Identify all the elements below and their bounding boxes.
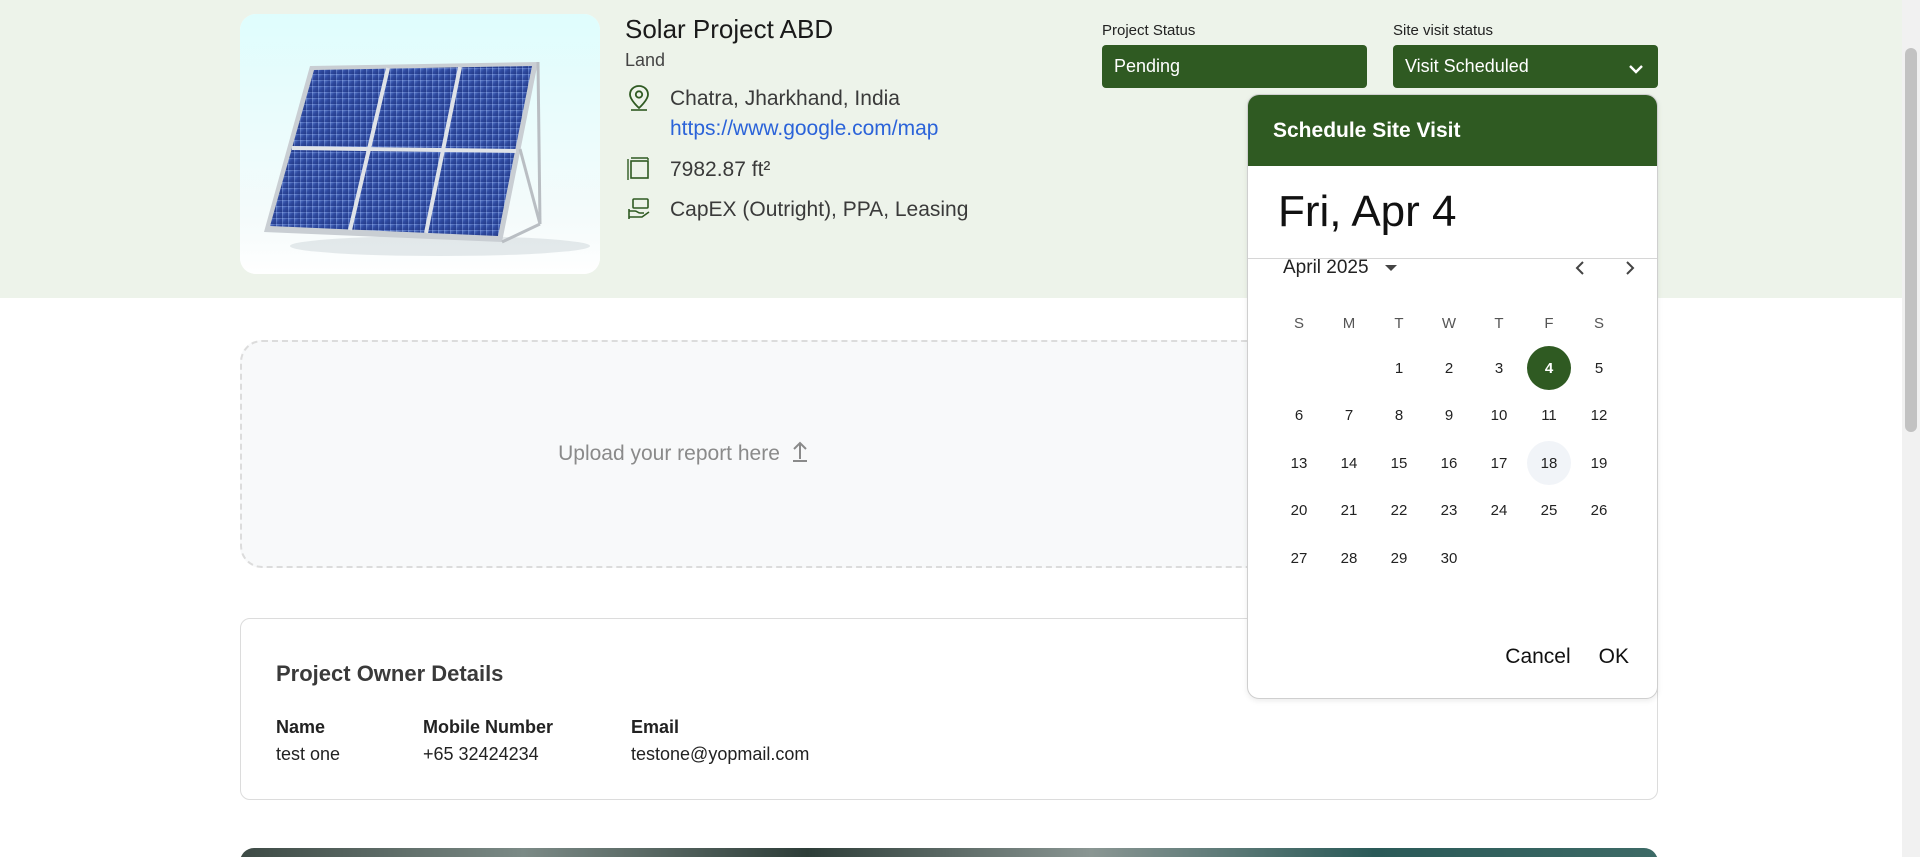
calendar-day[interactable]: 11 [1527, 394, 1571, 438]
chevron-down-icon [1628, 59, 1644, 80]
calendar-day[interactable]: 2 [1427, 346, 1471, 390]
site-visit-status-value: Visit Scheduled [1405, 56, 1529, 76]
owner-card-title: Project Owner Details [276, 661, 504, 686]
ok-button[interactable]: OK [1599, 645, 1629, 669]
weekday-label: W [1441, 315, 1457, 332]
calendar-day[interactable]: 13 [1277, 441, 1321, 485]
date-picker-title: Schedule Site Visit [1248, 95, 1657, 166]
calendar-day[interactable]: 10 [1477, 394, 1521, 438]
date-picker-actions: Cancel OK [1505, 645, 1629, 669]
owner-mobile-column: Mobile Number +65 32424234 [423, 717, 553, 765]
project-thumbnail [240, 14, 600, 274]
scrollbar-thumb[interactable] [1905, 48, 1917, 432]
calendar-day[interactable]: 6 [1277, 394, 1321, 438]
project-financing: CapEX (Outright), PPA, Leasing [670, 198, 969, 221]
calendar-day[interactable]: 19 [1577, 441, 1621, 485]
calendar-day[interactable]: 27 [1277, 536, 1321, 580]
calendar-day[interactable]: 3 [1477, 346, 1521, 390]
calendar-day[interactable]: 14 [1327, 441, 1371, 485]
calendar-day[interactable]: 12 [1577, 394, 1621, 438]
weekday-label: T [1394, 315, 1404, 332]
area-icon [625, 155, 653, 183]
owner-email-column: Email testone@yopmail.com [631, 717, 809, 765]
project-area: 7982.87 ft² [670, 158, 771, 181]
calendar-day-selected[interactable]: 4 [1527, 346, 1571, 390]
page-scrollbar[interactable] [1902, 0, 1920, 857]
owner-mobile-label: Mobile Number [423, 717, 554, 737]
owner-name-value: test one [276, 744, 341, 764]
calendar-day[interactable]: 17 [1477, 441, 1521, 485]
calendar-day[interactable]: 5 [1577, 346, 1621, 390]
calendar-day[interactable]: 25 [1527, 489, 1571, 533]
weekday-label: T [1494, 315, 1504, 332]
calendar-day[interactable]: 26 [1577, 489, 1621, 533]
site-visit-status-select[interactable]: Visit Scheduled [1393, 45, 1658, 88]
calendar-day[interactable]: 9 [1427, 394, 1471, 438]
calendar-day[interactable]: 30 [1427, 536, 1471, 580]
location-row: Chatra, Jharkhand, India https://www.goo… [625, 84, 938, 144]
month-label: April 2025 [1283, 257, 1369, 278]
chevron-left-icon[interactable] [1566, 253, 1594, 283]
calendar-day[interactable]: 24 [1477, 489, 1521, 533]
calendar-day[interactable]: 15 [1377, 441, 1421, 485]
weekday-label: M [1342, 315, 1356, 332]
calendar-day[interactable]: 8 [1377, 394, 1421, 438]
location-pin-icon [625, 84, 653, 112]
calendar-day[interactable]: 29 [1377, 536, 1421, 580]
weekday-label: F [1544, 315, 1554, 332]
weekday-label: S [1593, 315, 1604, 332]
owner-email-value: testone@yopmail.com [631, 744, 810, 764]
solar-panel-image [240, 14, 600, 274]
chevron-right-icon[interactable] [1616, 253, 1644, 283]
calendar-day[interactable]: 1 [1377, 346, 1421, 390]
owner-name-label: Name [276, 717, 326, 737]
weekday-label: S [1293, 315, 1304, 332]
financing-row: CapEX (Outright), PPA, Leasing [625, 195, 968, 225]
caret-down-icon [1384, 265, 1397, 271]
selected-date-display: Fri, Apr 4 [1248, 166, 1657, 259]
project-location: Chatra, Jharkhand, India [670, 87, 900, 110]
project-status-label: Project Status [1102, 22, 1196, 39]
owner-email-label: Email [631, 717, 680, 737]
calendar-day[interactable]: 18 [1527, 441, 1571, 485]
month-selector[interactable]: April 2025 [1283, 253, 1635, 283]
map-link[interactable]: https://www.google.com/map [670, 114, 938, 144]
project-type: Land [625, 50, 666, 70]
upload-label: Upload your report here [558, 442, 780, 465]
owner-mobile-value: +65 32424234 [423, 744, 539, 764]
calendar-day[interactable]: 22 [1377, 489, 1421, 533]
project-status-field[interactable]: Pending [1102, 45, 1367, 88]
schedule-visit-date-picker: Schedule Site Visit Fri, Apr 4 April 202… [1247, 94, 1658, 699]
owner-name-column: Name test one [276, 717, 340, 765]
area-row: 7982.87 ft² [625, 155, 770, 185]
calendar-day[interactable]: 20 [1277, 489, 1321, 533]
upload-arrow-icon [790, 439, 810, 469]
project-status-value: Pending [1114, 56, 1181, 76]
calendar-day[interactable]: 16 [1427, 441, 1471, 485]
calendar-day[interactable]: 28 [1327, 536, 1371, 580]
calendar-day[interactable]: 7 [1327, 394, 1371, 438]
calendar-day[interactable]: 23 [1427, 489, 1471, 533]
project-title: Solar Project ABD [625, 14, 834, 44]
site-photo-strip [240, 848, 1658, 857]
site-visit-status-label: Site visit status [1393, 22, 1494, 39]
cancel-button[interactable]: Cancel [1505, 645, 1570, 669]
calendar-day[interactable]: 21 [1327, 489, 1371, 533]
money-hand-icon [625, 195, 653, 223]
